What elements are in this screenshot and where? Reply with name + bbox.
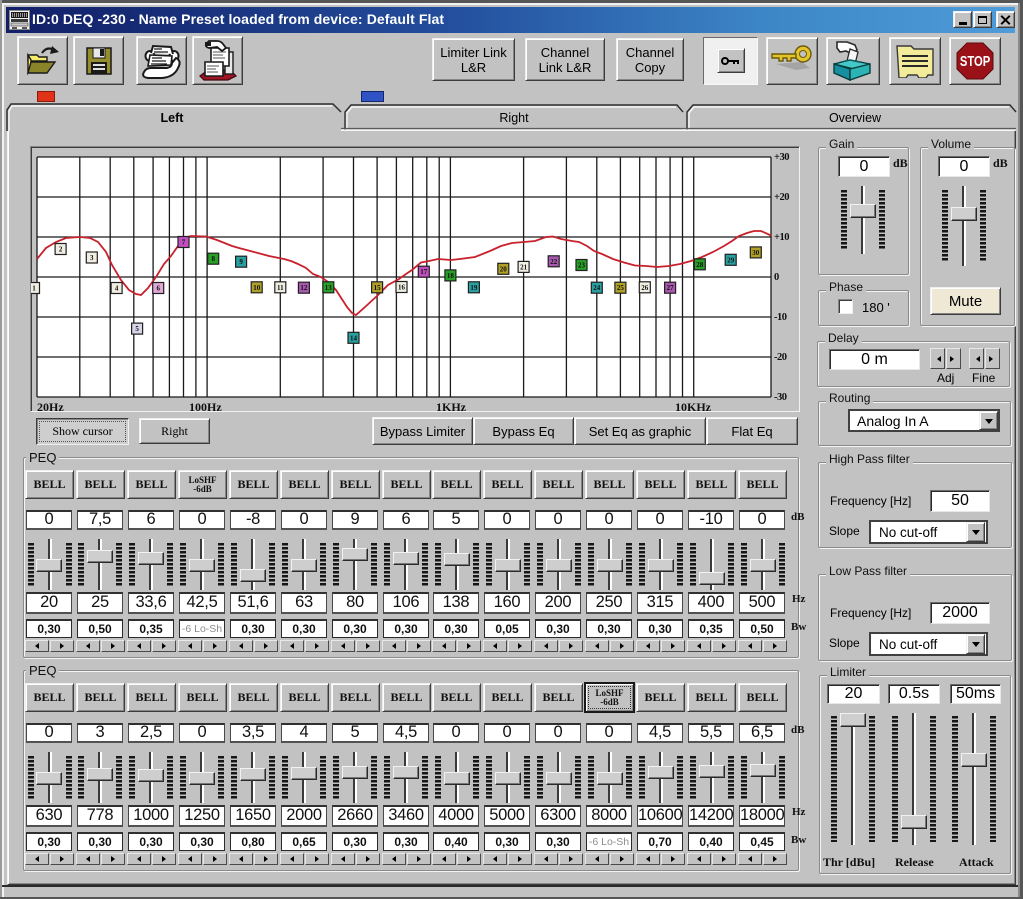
svg-text:22: 22 [550,258,558,266]
svg-text:16: 16 [398,284,406,292]
svg-text:4: 4 [115,285,119,293]
svg-text:2: 2 [59,246,63,254]
svg-text:27: 27 [667,284,675,292]
svg-text:10: 10 [253,284,261,292]
svg-text:3: 3 [90,254,94,262]
svg-text:STOP: STOP [960,53,991,70]
svg-text:Overview: Overview [829,111,882,125]
svg-text:21: 21 [520,263,528,271]
svg-text:9: 9 [239,258,243,266]
svg-text:20: 20 [500,265,508,273]
svg-text:19: 19 [470,284,478,292]
svg-text:1: 1 [32,285,36,293]
svg-text:15: 15 [374,284,382,292]
svg-text:29: 29 [727,256,735,264]
svg-text:28: 28 [696,261,704,269]
svg-text:7: 7 [182,239,186,247]
svg-text:8: 8 [211,255,215,263]
svg-text:24: 24 [593,284,601,292]
svg-text:26: 26 [641,284,649,292]
svg-text:18: 18 [447,272,455,280]
svg-text:6: 6 [156,285,160,293]
svg-text:Right: Right [499,111,529,125]
svg-text:30: 30 [752,249,760,257]
svg-text:14: 14 [350,334,358,342]
svg-text:23: 23 [578,262,586,270]
svg-text:11: 11 [277,284,284,292]
svg-text:25: 25 [617,284,625,292]
svg-text:5: 5 [135,325,139,333]
svg-text:17: 17 [420,268,428,276]
svg-text:Left: Left [161,111,185,125]
svg-text:12: 12 [300,284,308,292]
svg-text:13: 13 [325,284,333,292]
